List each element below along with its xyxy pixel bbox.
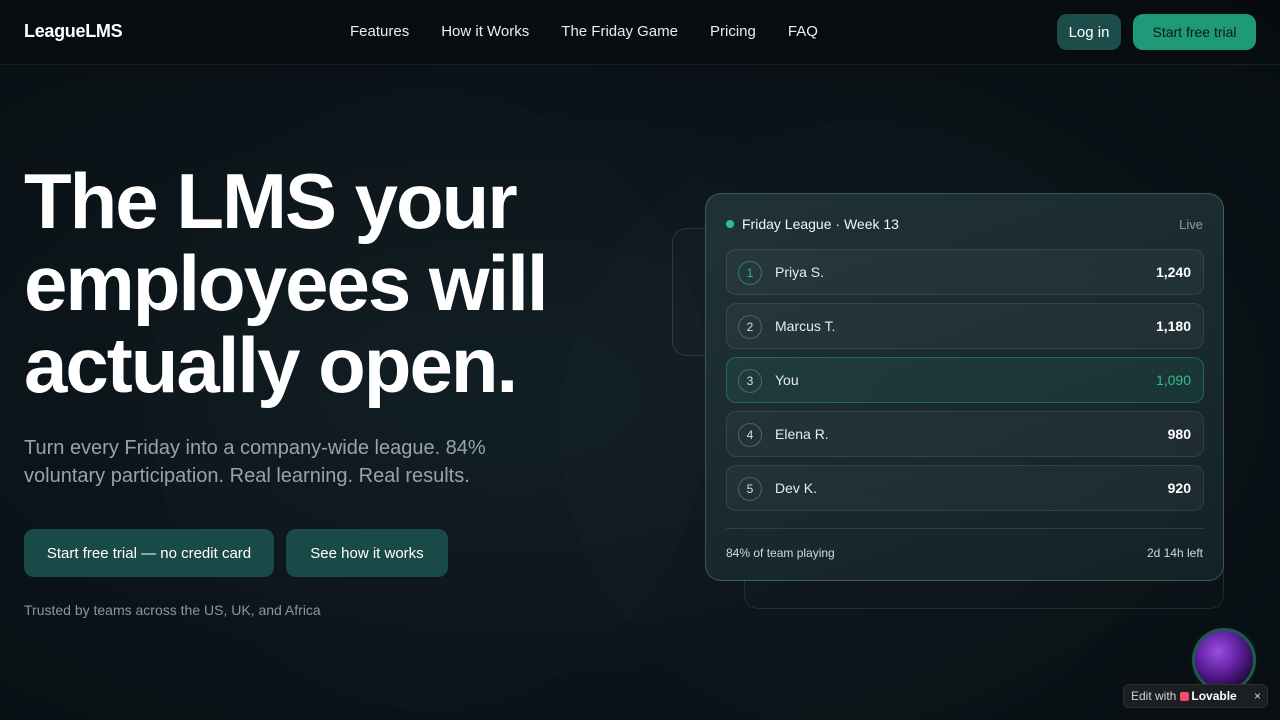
lovable-heart-icon <box>1180 691 1190 701</box>
start-trial-button[interactable]: Start free trial <box>1133 14 1256 50</box>
player-name: Elena R. <box>775 426 829 442</box>
leaderboard-row: 4 Elena R. 980 <box>726 411 1204 457</box>
leaderboard-row: 5 Dev K. 920 <box>726 465 1204 511</box>
leaderboard-row-you: 3 You 1,090 <box>726 357 1204 403</box>
top-nav: LeagueLMS Features How it Works The Frid… <box>0 0 1280 65</box>
primary-cta-button[interactable]: Start free trial — no credit card <box>24 529 274 577</box>
player-name: Marcus T. <box>775 318 836 334</box>
participation-text: 84% of team playing <box>726 546 835 560</box>
login-button[interactable]: Log in <box>1057 14 1121 50</box>
player-score: 1,180 <box>1155 318 1191 334</box>
nav-link-friday-game[interactable]: The Friday Game <box>561 23 678 40</box>
player-score: 980 <box>1167 426 1191 442</box>
leaderboard-row: 2 Marcus T. 1,180 <box>726 303 1204 349</box>
time-left-text: 2d 14h left <box>1146 546 1203 560</box>
nav-link-pricing[interactable]: Pricing <box>710 23 756 40</box>
player-name: Priya S. <box>775 264 825 280</box>
hero-subtitle: Turn every Friday into a company-wide le… <box>24 437 486 487</box>
player-score: 1,090 <box>1155 372 1191 388</box>
league-card: Friday League · Week 13 Live 1 Priya S. … <box>705 193 1224 581</box>
rank-badge: 5 <box>738 477 762 501</box>
hero-title: The LMS your employees will actually ope… <box>24 160 644 406</box>
hero-title-line: employees will <box>24 239 549 327</box>
nav-link-faq[interactable]: FAQ <box>788 23 818 40</box>
live-dot-icon <box>726 220 734 228</box>
badge-brand: Lovable <box>1191 689 1237 703</box>
badge-prefix: Edit with <box>1131 689 1177 703</box>
close-icon[interactable]: × <box>1254 689 1261 703</box>
nav-link-how-it-works[interactable]: How it Works <box>441 23 529 40</box>
nav-link-features[interactable]: Features <box>350 23 409 40</box>
nav-links: Features How it Works The Friday Game Pr… <box>350 23 850 40</box>
trusted-by-text: Trusted by teams across the US, UK, and … <box>24 602 321 618</box>
player-name: Dev K. <box>775 480 818 496</box>
card-divider <box>726 528 1204 529</box>
player-score: 920 <box>1167 480 1191 496</box>
player-name: You <box>775 372 799 388</box>
edit-with-lovable-badge[interactable]: Edit with Lovable × <box>1123 684 1268 708</box>
league-title: Friday League · Week 13 <box>742 216 899 232</box>
rank-badge: 3 <box>738 369 762 393</box>
rank-badge: 4 <box>738 423 762 447</box>
live-status: Live <box>1179 217 1203 232</box>
player-score: 1,240 <box>1155 264 1191 280</box>
see-how-it-works-button[interactable]: See how it works <box>286 529 448 577</box>
leaderboard-row: 1 Priya S. 1,240 <box>726 249 1204 295</box>
brand-logo[interactable]: LeagueLMS <box>24 21 123 42</box>
rank-badge: 2 <box>738 315 762 339</box>
hero-title-line: The LMS your <box>24 157 518 245</box>
hero-title-line: actually open. <box>24 321 518 409</box>
rank-badge: 1 <box>738 261 762 285</box>
assistant-orb-icon[interactable] <box>1192 628 1256 692</box>
